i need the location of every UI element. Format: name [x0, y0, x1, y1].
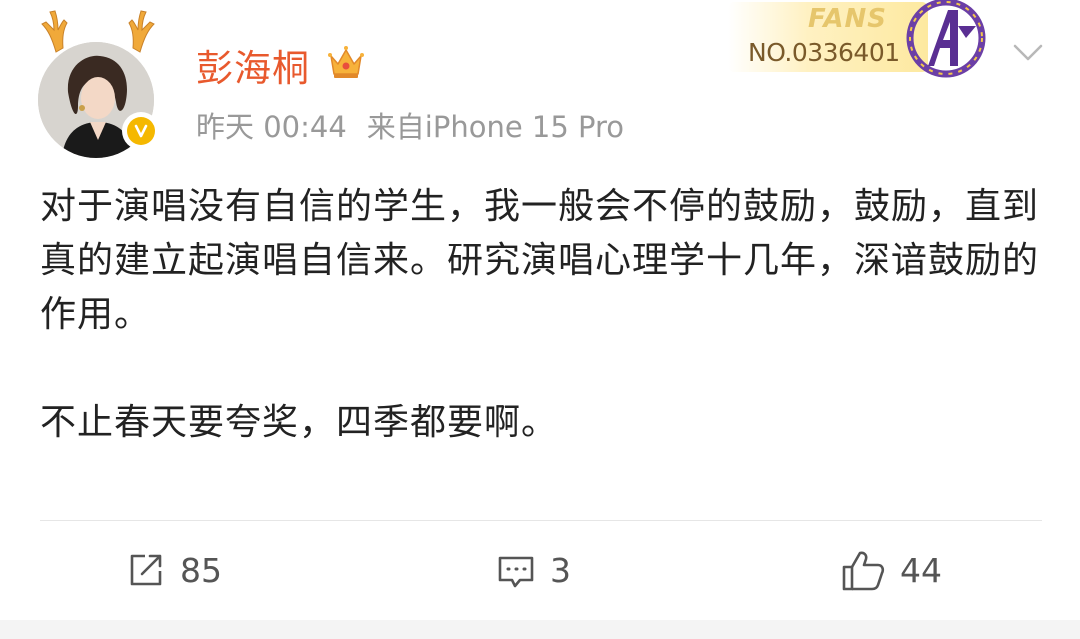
- fans-badge[interactable]: FANS NO.0336401: [728, 0, 1008, 88]
- comment-button[interactable]: 3: [496, 540, 571, 600]
- verified-badge: [122, 112, 160, 150]
- avatar-container[interactable]: [34, 8, 162, 158]
- bottom-separator: [0, 620, 1080, 639]
- crown-icon: [328, 46, 364, 78]
- post-paragraph: 不止春天要夸奖，四季都要啊。: [40, 402, 559, 443]
- verified-badge-icon: [127, 117, 155, 145]
- username[interactable]: 彭海桐: [196, 38, 310, 92]
- post-content: 对于演唱没有自信的学生，我一般会不停的鼓励，鼓励，直到真的建立起演唱自信来。研究…: [40, 180, 1040, 450]
- repost-icon: [130, 554, 162, 586]
- fans-badge-label: FANS: [808, 4, 888, 34]
- chevron-down-icon[interactable]: [1010, 40, 1046, 66]
- post-paragraph: 对于演唱没有自信的学生，我一般会不停的鼓励，鼓励，直到真的建立起演唱自信来。研究…: [40, 186, 1040, 335]
- repost-button[interactable]: 85: [126, 540, 222, 600]
- divider: [40, 520, 1042, 521]
- like-button[interactable]: 44: [840, 540, 942, 600]
- post-source: 来自iPhone 15 Pro: [366, 110, 625, 144]
- avengers-logo-icon: [906, 0, 986, 78]
- comment-icon: [498, 556, 534, 588]
- weibo-post: 彭海桐 昨天 00:44 来自iPhone 15 Pro FANS NO.0336…: [0, 0, 1080, 639]
- post-time: 昨天 00:44: [196, 110, 347, 144]
- post-meta: 昨天 00:44 来自iPhone 15 Pro: [196, 104, 624, 146]
- like-count: 44: [900, 550, 942, 590]
- repost-count: 85: [180, 550, 222, 590]
- action-bar: 85 3 44: [0, 540, 1080, 600]
- fans-badge-number: NO.0336401: [748, 38, 900, 67]
- thumbs-up-icon: [842, 551, 885, 591]
- comment-count: 3: [550, 550, 571, 590]
